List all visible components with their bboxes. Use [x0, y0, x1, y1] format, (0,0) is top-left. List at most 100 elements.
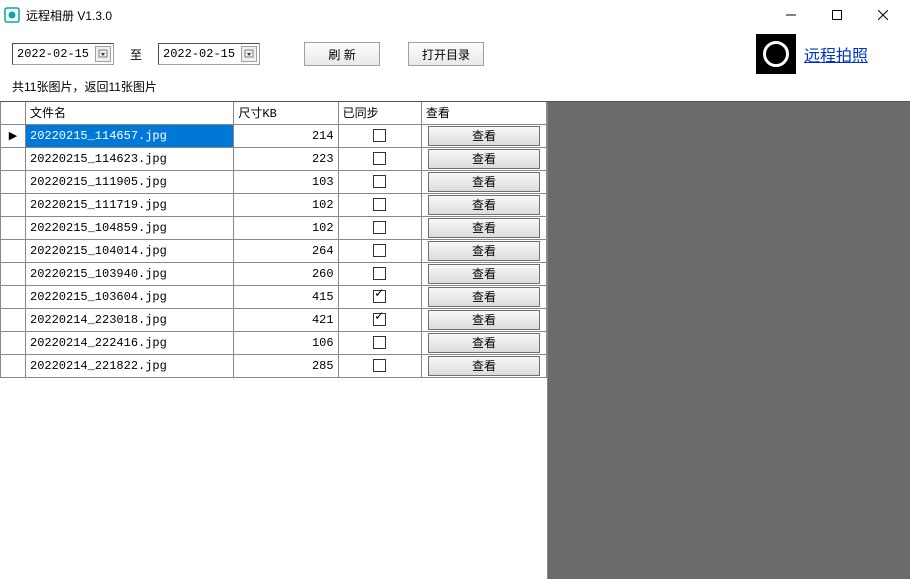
view-button[interactable]: 查看	[428, 218, 539, 238]
synced-cell[interactable]	[338, 354, 421, 377]
synced-checkbox[interactable]	[373, 221, 386, 234]
table-row[interactable]: 20220214_223018.jpg421 查看	[1, 308, 547, 331]
date-to-input[interactable]: 2022-02-15	[158, 43, 260, 65]
size-cell[interactable]: 214	[234, 124, 338, 147]
data-grid-container: 文件名 尺寸KB 已同步 查看 ▶ 20220215_114657.jpg214 查…	[0, 102, 548, 579]
size-header[interactable]: 尺寸KB	[234, 102, 338, 124]
maximize-button[interactable]	[814, 0, 860, 30]
synced-checkbox[interactable]	[373, 198, 386, 211]
size-cell[interactable]: 285	[234, 354, 338, 377]
filename-cell[interactable]: 20220215_103604.jpg	[26, 285, 234, 308]
view-button[interactable]: 查看	[428, 264, 539, 284]
synced-cell[interactable]	[338, 308, 421, 331]
synced-checkbox[interactable]	[373, 175, 386, 188]
synced-checkbox[interactable]	[373, 336, 386, 349]
close-button[interactable]	[860, 0, 906, 30]
view-button[interactable]: 查看	[428, 310, 539, 330]
header-row: 文件名 尺寸KB 已同步 查看	[1, 102, 547, 124]
size-cell[interactable]: 260	[234, 262, 338, 285]
filename-header[interactable]: 文件名	[26, 102, 234, 124]
row-indicator-header	[1, 102, 26, 124]
size-cell[interactable]: 415	[234, 285, 338, 308]
filename-cell[interactable]: 20220215_114623.jpg	[26, 147, 234, 170]
table-row[interactable]: 20220215_104859.jpg102 查看	[1, 216, 547, 239]
size-cell[interactable]: 103	[234, 170, 338, 193]
size-cell[interactable]: 102	[234, 216, 338, 239]
date-to-dropdown[interactable]	[241, 46, 257, 62]
filename-cell[interactable]: 20220215_104859.jpg	[26, 216, 234, 239]
filename-cell[interactable]: 20220215_104014.jpg	[26, 239, 234, 262]
filename-cell[interactable]: 20220215_114657.jpg	[26, 124, 234, 147]
size-cell[interactable]: 106	[234, 331, 338, 354]
size-cell[interactable]: 102	[234, 193, 338, 216]
filename-cell[interactable]: 20220214_222416.jpg	[26, 331, 234, 354]
filename-cell[interactable]: 20220214_221822.jpg	[26, 354, 234, 377]
filename-cell[interactable]: 20220215_103940.jpg	[26, 262, 234, 285]
synced-checkbox[interactable]	[373, 290, 386, 303]
minimize-icon	[786, 10, 796, 20]
synced-cell[interactable]	[338, 147, 421, 170]
synced-cell[interactable]	[338, 285, 421, 308]
view-button[interactable]: 查看	[428, 241, 539, 261]
table-row[interactable]: 20220214_221822.jpg285 查看	[1, 354, 547, 377]
current-row-arrow-icon: ▶	[9, 131, 17, 143]
synced-cell[interactable]	[338, 331, 421, 354]
date-from-input[interactable]: 2022-02-15	[12, 43, 114, 65]
table-row[interactable]: 20220215_103940.jpg260 查看	[1, 262, 547, 285]
synced-checkbox[interactable]	[373, 129, 386, 142]
open-directory-button[interactable]: 打开目录	[408, 42, 484, 66]
view-cell: 查看	[421, 308, 546, 331]
view-button[interactable]: 查看	[428, 333, 539, 353]
view-button[interactable]: 查看	[428, 172, 539, 192]
synced-cell[interactable]	[338, 124, 421, 147]
minimize-button[interactable]	[768, 0, 814, 30]
view-cell: 查看	[421, 354, 546, 377]
calendar-dropdown-icon	[244, 49, 254, 59]
synced-checkbox[interactable]	[373, 359, 386, 372]
table-row[interactable]: ▶ 20220215_114657.jpg214 查看	[1, 124, 547, 147]
filename-cell[interactable]: 20220215_111719.jpg	[26, 193, 234, 216]
table-row[interactable]: 20220215_111719.jpg102 查看	[1, 193, 547, 216]
row-indicator-cell	[1, 216, 26, 239]
table-row[interactable]: 20220215_104014.jpg264 查看	[1, 239, 547, 262]
view-header[interactable]: 查看	[421, 102, 546, 124]
size-cell[interactable]: 264	[234, 239, 338, 262]
view-cell: 查看	[421, 285, 546, 308]
date-from-dropdown[interactable]	[95, 46, 111, 62]
synced-cell[interactable]	[338, 170, 421, 193]
table-row[interactable]: 20220214_222416.jpg106 查看	[1, 331, 547, 354]
view-button[interactable]: 查看	[428, 195, 539, 215]
synced-checkbox[interactable]	[373, 152, 386, 165]
synced-cell[interactable]	[338, 239, 421, 262]
filename-cell[interactable]: 20220214_223018.jpg	[26, 308, 234, 331]
date-to-value: 2022-02-15	[163, 47, 239, 61]
synced-cell[interactable]	[338, 193, 421, 216]
view-cell: 查看	[421, 170, 546, 193]
view-button[interactable]: 查看	[428, 287, 539, 307]
table-row[interactable]: 20220215_103604.jpg415 查看	[1, 285, 547, 308]
view-button[interactable]: 查看	[428, 149, 539, 169]
view-cell: 查看	[421, 331, 546, 354]
synced-cell[interactable]	[338, 216, 421, 239]
filename-cell[interactable]: 20220215_111905.jpg	[26, 170, 234, 193]
synced-checkbox[interactable]	[373, 244, 386, 257]
view-button[interactable]: 查看	[428, 356, 539, 376]
view-cell: 查看	[421, 124, 546, 147]
view-button[interactable]: 查看	[428, 126, 539, 146]
calendar-dropdown-icon	[98, 49, 108, 59]
table-row[interactable]: 20220215_114623.jpg223 查看	[1, 147, 547, 170]
synced-cell[interactable]	[338, 262, 421, 285]
synced-checkbox[interactable]	[373, 313, 386, 326]
camera-icon	[756, 34, 796, 74]
synced-checkbox[interactable]	[373, 267, 386, 280]
remote-photo-group: 远程拍照	[756, 34, 898, 74]
size-cell[interactable]: 223	[234, 147, 338, 170]
size-cell[interactable]: 421	[234, 308, 338, 331]
maximize-icon	[832, 10, 842, 20]
remote-photo-link[interactable]: 远程拍照	[804, 42, 868, 66]
app-icon	[4, 7, 20, 23]
table-row[interactable]: 20220215_111905.jpg103 查看	[1, 170, 547, 193]
row-indicator-cell	[1, 170, 26, 193]
synced-header[interactable]: 已同步	[338, 102, 421, 124]
refresh-button[interactable]: 刷 新	[304, 42, 380, 66]
